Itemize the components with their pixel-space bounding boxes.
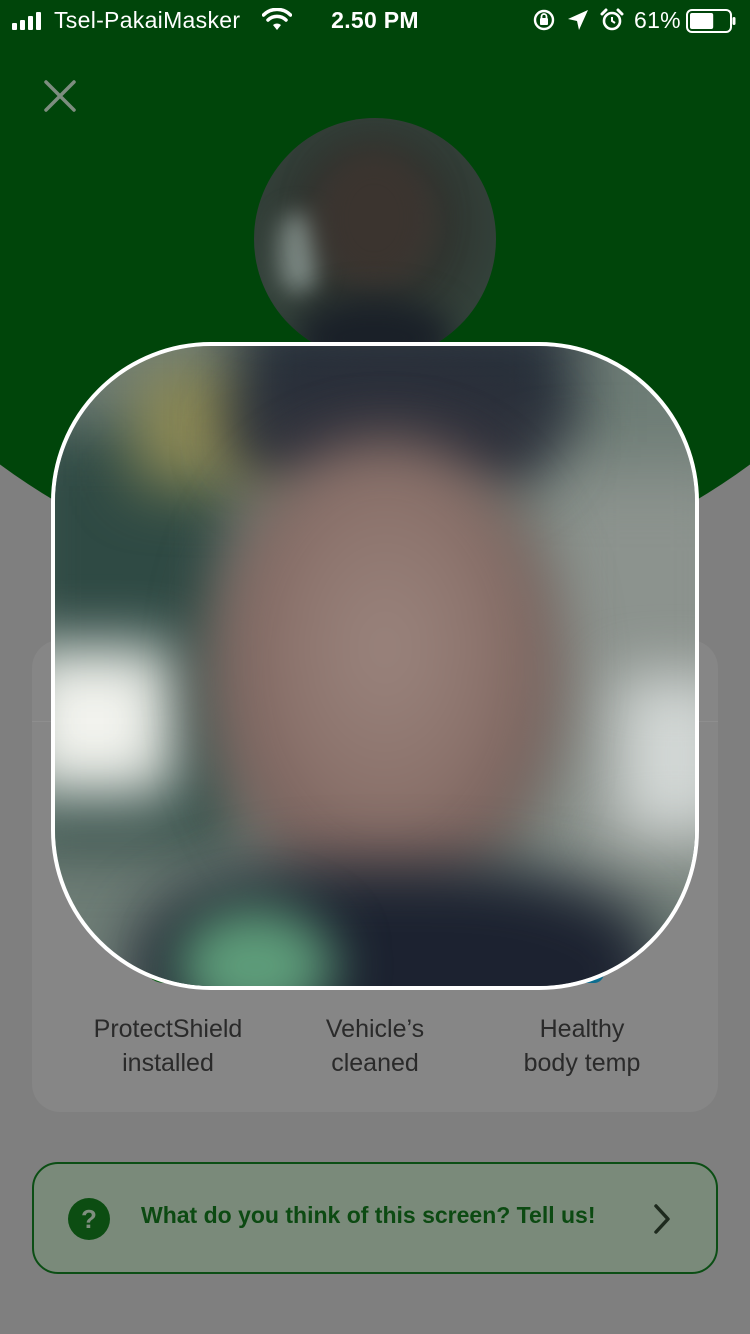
location-arrow-icon xyxy=(568,10,588,30)
driver-avatar xyxy=(254,118,496,360)
safety-screen: Tsel-PakaiMasker 2.50 PM 61% ProtectShie… xyxy=(0,0,750,1334)
feature-label-protectshield: ProtectShield installed xyxy=(58,1012,278,1080)
alarm-clock-icon xyxy=(600,8,624,31)
feedback-banner[interactable]: ? What do you think of this screen? Tell… xyxy=(32,1162,718,1274)
feature-label-text: ProtectShield installed xyxy=(93,1015,243,1077)
feature-label-vehicle-cleaned: Vehicle’s cleaned xyxy=(265,1012,485,1080)
close-button[interactable] xyxy=(38,74,82,118)
chevron-right-icon xyxy=(654,1204,670,1234)
question-icon: ? xyxy=(68,1198,110,1240)
rotation-lock-icon xyxy=(533,9,555,31)
feature-label-text: Healthy body temp xyxy=(523,1015,641,1077)
battery-icon xyxy=(686,9,736,33)
selfie-photo[interactable] xyxy=(51,342,699,990)
feature-label-text: Vehicle’s cleaned xyxy=(325,1015,425,1077)
battery-percent: 61% xyxy=(634,7,681,33)
close-icon xyxy=(44,80,76,112)
status-bar: Tsel-PakaiMasker 2.50 PM 61% xyxy=(0,0,750,40)
feedback-text: What do you think of this screen? Tell u… xyxy=(141,1202,596,1228)
feature-label-body-temp: Healthy body temp xyxy=(472,1012,692,1080)
